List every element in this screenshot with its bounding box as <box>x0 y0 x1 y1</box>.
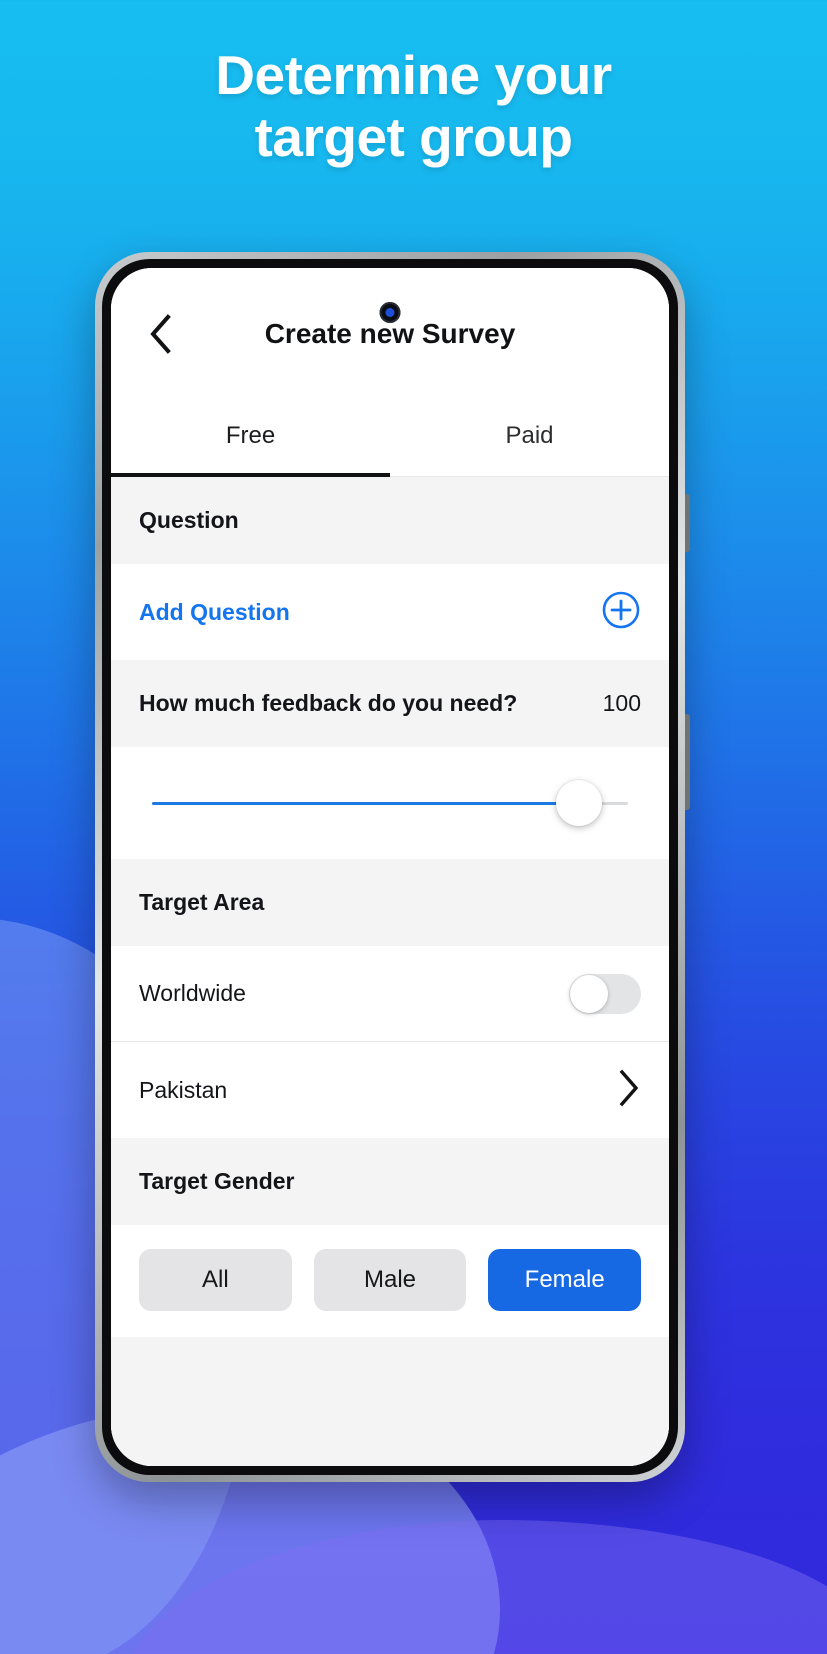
tab-active-indicator <box>111 473 390 477</box>
section-header-target-area: Target Area <box>111 859 669 946</box>
feedback-amount-row: How much feedback do you need? 100 <box>111 660 669 747</box>
promo-headline-line1: Determine your <box>215 44 612 106</box>
slider-thumb[interactable] <box>555 780 602 826</box>
phone-bezel: Create new Survey Free Paid Question Add… <box>102 259 678 1475</box>
add-question-row[interactable]: Add Question <box>111 564 669 660</box>
tab-bar: Free Paid <box>111 400 669 477</box>
content-filler <box>111 1337 669 1466</box>
feedback-amount-value: 100 <box>602 690 641 716</box>
phone-screen: Create new Survey Free Paid Question Add… <box>111 268 669 1466</box>
app-bar: Create new Survey <box>111 268 669 400</box>
phone-power-button[interactable] <box>685 714 690 810</box>
gender-option-male[interactable]: Male <box>313 1249 467 1311</box>
feedback-slider[interactable] <box>139 780 641 826</box>
survey-app: Create new Survey Free Paid Question Add… <box>111 268 669 1466</box>
tab-free[interactable]: Free <box>111 400 390 476</box>
promo-headline: Determine your target group <box>0 44 827 168</box>
country-label: Pakistan <box>139 1076 228 1103</box>
worldwide-row[interactable]: Worldwide <box>111 946 669 1042</box>
slider-fill <box>152 801 574 805</box>
tab-paid[interactable]: Paid <box>390 400 669 476</box>
front-camera-icon <box>379 302 401 323</box>
toggle-knob <box>570 974 608 1013</box>
section-header-question: Question <box>111 477 669 564</box>
country-row[interactable]: Pakistan <box>111 1042 669 1138</box>
chevron-right-icon[interactable] <box>617 1069 641 1112</box>
phone-mockup: Create new Survey Free Paid Question Add… <box>95 252 690 1482</box>
back-button[interactable] <box>137 311 183 357</box>
add-question-label: Add Question <box>139 598 290 625</box>
worldwide-toggle[interactable] <box>569 973 641 1014</box>
gender-option-all[interactable]: All <box>139 1249 292 1311</box>
promo-headline-line2: target group <box>254 106 573 168</box>
plus-circle-icon[interactable] <box>601 590 641 635</box>
phone-volume-button[interactable] <box>685 494 690 552</box>
gender-options-row: All Male Female <box>111 1225 669 1337</box>
section-header-target-gender: Target Gender <box>111 1138 669 1225</box>
chevron-left-icon <box>147 314 173 354</box>
worldwide-label: Worldwide <box>139 980 246 1006</box>
feedback-slider-row <box>111 747 669 859</box>
gender-option-female[interactable]: Female <box>488 1249 642 1311</box>
feedback-amount-label: How much feedback do you need? <box>139 690 518 716</box>
